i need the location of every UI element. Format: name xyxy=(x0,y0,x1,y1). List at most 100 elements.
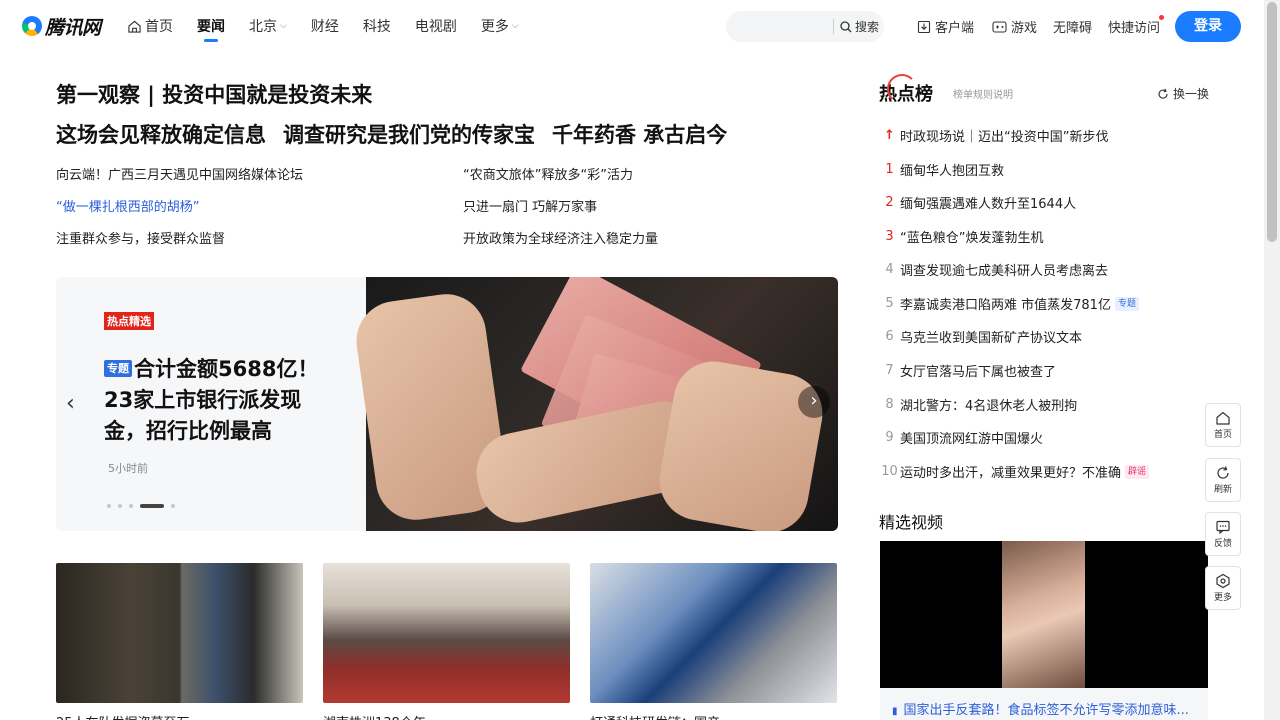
hot-list-rules-link[interactable]: 榜单规则说明 xyxy=(953,86,1013,101)
hot-list-item[interactable]: ↑ 时政现场说｜迈出“投资中国”新步伐 xyxy=(879,126,1209,145)
nav-item-home[interactable]: 首页 xyxy=(128,0,173,52)
hot-pick-tag: 热点精选 xyxy=(104,312,154,330)
float-more-button[interactable]: 更多 xyxy=(1205,566,1241,610)
secondary-headline[interactable]: 这场会见释放确定信息 xyxy=(56,119,266,149)
hot-list-item[interactable]: 5 李嘉诚卖港口陷两难 市值蒸发781亿 专题 xyxy=(879,294,1209,313)
hot-list-item[interactable]: 9 美国顶流网红游中国爆火 xyxy=(879,428,1209,447)
carousel-dot[interactable] xyxy=(118,504,122,508)
news-card-image[interactable] xyxy=(323,563,570,703)
home-icon xyxy=(128,20,141,33)
games-link[interactable]: 游戏 xyxy=(992,17,1037,36)
topic-badge: 专题 xyxy=(104,360,132,377)
hot-rank: 7 xyxy=(885,363,894,378)
refresh-label: 换一换 xyxy=(1173,87,1210,101)
scrollbar-thumb[interactable] xyxy=(1267,2,1277,242)
hot-list-item[interactable]: 7 女厅官落马后下属也被查了 xyxy=(879,361,1209,380)
news-card-caption[interactable]: 25人在队发掘盗墓至石 xyxy=(56,712,303,720)
accessibility-link[interactable]: 无障碍 xyxy=(1053,17,1092,36)
hot-item-text: 美国顶流网红游中国爆火 xyxy=(900,432,1044,447)
search-icon xyxy=(840,20,852,32)
news-link[interactable]: “做一棵扎根西部的胡杨” xyxy=(56,196,199,215)
hot-list-item[interactable]: 8 湖北警方：4名退休老人被刑拘 xyxy=(879,395,1209,414)
float-more-label: 更多 xyxy=(1213,593,1232,603)
nav-label: 财经 xyxy=(310,19,339,35)
games-label: 游戏 xyxy=(1011,21,1038,36)
hot-list-title: 热点榜 xyxy=(879,74,933,106)
nav-label: 科技 xyxy=(362,19,391,35)
home-icon xyxy=(1216,411,1230,425)
audio-bars-icon: ▮ xyxy=(892,706,898,717)
hot-list-item[interactable]: 6 乌克兰收到美国新矿产协议文本 xyxy=(879,327,1209,346)
nav-label: 北京 xyxy=(249,19,277,35)
nav-item-tv[interactable]: 电视剧 xyxy=(415,0,457,52)
carousel-dot[interactable] xyxy=(129,504,133,508)
carousel-title[interactable]: 专题 合计金额5688亿！23家上市银行派发现金，招行比例最高 xyxy=(104,354,319,447)
hot-rank: 5 xyxy=(885,296,894,311)
hot-list-item[interactable]: 3 “蓝色粮仓”焕发蓬勃生机 xyxy=(879,227,1209,246)
main-nav: 首页 要闻 北京 ⌵ 财经 科技 电视剧 更多 ⌵ xyxy=(128,0,543,52)
nav-item-more[interactable]: 更多 ⌵ xyxy=(481,0,519,52)
search-input[interactable] xyxy=(736,17,836,36)
nav-item-finance[interactable]: 财经 xyxy=(311,0,339,52)
page-scrollbar[interactable] xyxy=(1264,0,1280,720)
featured-carousel[interactable]: 热点精选 专题 合计金额5688亿！23家上市银行派发现金，招行比例最高 5小时前… xyxy=(56,277,838,531)
top-headline[interactable]: 第一观察 | 投资中国就是投资未来 xyxy=(56,79,372,109)
client-download-link[interactable]: 客户端 xyxy=(917,17,974,36)
secondary-headline[interactable]: 调查研究是我们党的传家宝 xyxy=(283,119,535,149)
news-card-image[interactable] xyxy=(56,563,303,703)
hot-list-item[interactable]: 2 缅甸强震遇难人数升至1644人 xyxy=(879,193,1209,212)
hot-item-text: 女厅官落马后下属也被查了 xyxy=(900,365,1057,380)
nav-label: 首页 xyxy=(145,19,173,35)
search-button[interactable]: 搜索 xyxy=(840,18,879,35)
chevron-down-icon: ⌵ xyxy=(280,21,287,31)
float-feedback-button[interactable]: 反馈 xyxy=(1205,512,1241,556)
news-link[interactable]: 向云端！广西三月天遇见中国网络媒体论坛 xyxy=(56,164,303,183)
carousel-dot-active[interactable] xyxy=(140,504,164,508)
float-feedback-label: 反馈 xyxy=(1213,539,1232,549)
hot-list-item[interactable]: 1 缅甸华人抱团互救 xyxy=(879,160,1209,179)
hot-item-text: 湖北警方：4名退休老人被刑拘 xyxy=(900,399,1078,414)
quick-access-link[interactable]: 快捷访问 xyxy=(1108,15,1165,36)
topic-badge: 专题 xyxy=(1114,296,1139,311)
carousel-next-arrow-icon[interactable]: › xyxy=(798,386,830,418)
carousel-time: 5小时前 xyxy=(108,462,148,475)
hot-rank: 8 xyxy=(885,397,894,412)
site-logo[interactable]: 腾讯网 xyxy=(22,13,101,39)
float-home-button[interactable]: 首页 xyxy=(1205,403,1241,447)
carousel-dot[interactable] xyxy=(171,504,175,508)
video-section-title: 精选视频 xyxy=(879,513,944,532)
feedback-icon xyxy=(1216,520,1230,535)
nav-label: 更多 xyxy=(480,19,509,35)
login-button[interactable]: 登录 xyxy=(1175,11,1241,42)
news-link[interactable]: 注重群众参与，接受群众监督 xyxy=(56,228,225,247)
hot-item-text: 运动时多出汗，减重效果更好？不准确 xyxy=(900,466,1122,481)
hot-rank: 10 xyxy=(881,464,898,479)
float-refresh-label: 刷新 xyxy=(1213,485,1232,495)
news-link[interactable]: 开放政策为全球经济注入稳定力量 xyxy=(463,228,658,247)
video-player[interactable] xyxy=(880,541,1208,688)
hot-list-item[interactable]: 10 运动时多出汗，减重效果更好？不准确 辟谣 xyxy=(879,462,1209,481)
carousel-image[interactable] xyxy=(351,277,838,531)
nav-item-news[interactable]: 要闻 xyxy=(197,0,225,52)
carousel-prev-arrow-icon[interactable]: ‹ xyxy=(66,391,75,416)
download-icon xyxy=(917,20,931,33)
news-card-image[interactable] xyxy=(590,563,837,703)
nav-item-tech[interactable]: 科技 xyxy=(363,0,391,52)
float-refresh-button[interactable]: 刷新 xyxy=(1205,458,1241,502)
secondary-headline[interactable]: 千年药香 承古启今 xyxy=(552,119,727,149)
hot-rank: 6 xyxy=(885,329,894,344)
nav-item-beijing[interactable]: 北京 ⌵ xyxy=(249,0,287,52)
news-link[interactable]: “农商文旅体”释放多“彩”活力 xyxy=(463,164,633,183)
video-frame xyxy=(1002,541,1085,688)
news-card-caption[interactable]: 打通科技研发链：国产... xyxy=(590,712,837,720)
hot-list-item[interactable]: 4 调查发现逾七成美科研人员考虑离去 xyxy=(879,260,1209,279)
hot-item-text: 李嘉诚卖港口陷两难 市值蒸发781亿 xyxy=(900,298,1111,313)
carousel-dot[interactable] xyxy=(107,504,111,508)
notification-dot xyxy=(1159,15,1165,20)
hot-rank-top-icon: ↑ xyxy=(884,128,895,143)
video-caption[interactable]: ▮ 国家出手反套路！食品标签不允许写零添加意味... xyxy=(880,688,1208,720)
hot-rank: 4 xyxy=(885,262,894,277)
hot-refresh-button[interactable]: 换一换 xyxy=(1157,85,1209,102)
news-link[interactable]: 只进一扇门 巧解万家事 xyxy=(463,196,597,215)
news-card-caption[interactable]: 湖南株洲138个年... xyxy=(323,712,570,720)
